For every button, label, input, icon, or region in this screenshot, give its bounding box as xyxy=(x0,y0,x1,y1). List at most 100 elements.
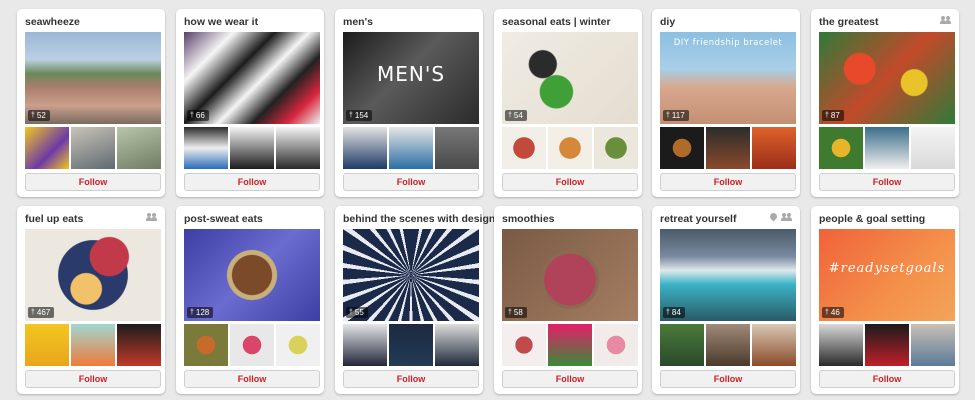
follow-button[interactable]: Follow xyxy=(343,370,479,388)
follow-button[interactable]: Follow xyxy=(184,173,320,191)
board-title[interactable]: how we wear it xyxy=(184,16,258,28)
pin-count-value: 117 xyxy=(671,111,685,120)
pin-count-value: 467 xyxy=(36,308,51,317)
board-card[interactable]: seasonal eats | winter † 54 Follow xyxy=(494,9,642,197)
follow-button[interactable]: Follow xyxy=(502,370,638,388)
group-icon xyxy=(781,213,792,221)
board-thumbnail[interactable] xyxy=(660,324,704,366)
board-title[interactable]: smoothies xyxy=(502,213,555,225)
board-thumbnails xyxy=(819,127,955,169)
board-thumbnail[interactable] xyxy=(117,127,161,169)
follow-button[interactable]: Follow xyxy=(25,173,161,191)
board-title[interactable]: post-sweat eats xyxy=(184,213,263,225)
board-thumbnail[interactable] xyxy=(435,127,479,169)
board-thumbnail[interactable] xyxy=(594,127,638,169)
board-thumbnail[interactable] xyxy=(389,324,433,366)
board-thumbnail[interactable] xyxy=(752,324,796,366)
board-thumbnail[interactable] xyxy=(71,324,115,366)
follow-button[interactable]: Follow xyxy=(660,370,796,388)
board-cover-image[interactable]: MEN'S † 154 xyxy=(343,32,479,124)
board-cover-image[interactable]: † 128 xyxy=(184,229,320,321)
board-title[interactable]: people & goal setting xyxy=(819,213,925,225)
board-title[interactable]: seawheeze xyxy=(25,16,80,28)
board-thumbnail[interactable] xyxy=(230,127,274,169)
follow-button[interactable]: Follow xyxy=(819,173,955,191)
board-title[interactable]: men's xyxy=(343,16,373,28)
board-title[interactable]: behind the scenes with design xyxy=(343,213,495,225)
follow-button[interactable]: Follow xyxy=(819,370,955,388)
follow-button[interactable]: Follow xyxy=(660,173,796,191)
pin-count-value: 87 xyxy=(830,111,840,120)
board-cover-image[interactable]: † 87 xyxy=(819,32,955,124)
board-cover-image[interactable]: † 66 xyxy=(184,32,320,124)
board-thumbnails xyxy=(660,324,796,366)
board-card[interactable]: seawheeze † 52 Follow xyxy=(17,9,165,197)
board-thumbnail[interactable] xyxy=(117,324,161,366)
board-thumbnail[interactable] xyxy=(276,324,320,366)
board-cover-image[interactable]: #readysetgoals † 46 xyxy=(819,229,955,321)
board-title[interactable]: retreat yourself xyxy=(660,213,736,225)
board-thumbnail[interactable] xyxy=(25,324,69,366)
board-thumbnail[interactable] xyxy=(752,127,796,169)
board-card[interactable]: behind the scenes with design † 55 Follow xyxy=(335,206,495,394)
board-thumbnail[interactable] xyxy=(594,324,638,366)
board-card[interactable]: retreat yourself † 84 Follow xyxy=(652,206,800,394)
board-title[interactable]: seasonal eats | winter xyxy=(502,16,611,28)
board-card[interactable]: fuel up eats † 467 Follow xyxy=(17,206,165,394)
board-title[interactable]: the greatest xyxy=(819,16,879,28)
board-thumbnail[interactable] xyxy=(343,324,387,366)
follow-button[interactable]: Follow xyxy=(502,173,638,191)
board-cover-image[interactable]: † 58 xyxy=(502,229,638,321)
board-thumbnail[interactable] xyxy=(911,127,955,169)
board-thumbnail[interactable] xyxy=(548,127,592,169)
board-thumbnail[interactable] xyxy=(819,127,863,169)
board-thumbnail[interactable] xyxy=(230,324,274,366)
board-card[interactable]: men's MEN'S † 154 Follow xyxy=(335,9,483,197)
board-thumbnail[interactable] xyxy=(276,127,320,169)
pin-count-badge: † 55 xyxy=(346,307,368,318)
board-cover-image[interactable]: † 84 xyxy=(660,229,796,321)
board-title[interactable]: diy xyxy=(660,16,675,28)
board-cover-image[interactable]: † 55 xyxy=(343,229,479,321)
board-thumbnail[interactable] xyxy=(184,127,228,169)
board-card[interactable]: people & goal setting #readysetgoals † 46 Fo… xyxy=(811,206,959,394)
board-cover-image[interactable]: DIY friendship bracelet † 117 xyxy=(660,32,796,124)
board-thumbnail[interactable] xyxy=(343,127,387,169)
board-cover-image[interactable]: † 52 xyxy=(25,32,161,124)
board-thumbnail[interactable] xyxy=(25,127,69,169)
board-card[interactable]: diy DIY friendship bracelet † 117 Follow xyxy=(652,9,800,197)
board-card[interactable]: post-sweat eats † 128 Follow xyxy=(176,206,324,394)
board-card[interactable]: the greatest † 87 Follow xyxy=(811,9,959,197)
board-thumbnail[interactable] xyxy=(502,324,546,366)
board-thumbnail[interactable] xyxy=(819,324,863,366)
board-thumbnails xyxy=(502,324,638,366)
pin-icon: † xyxy=(666,112,670,119)
board-thumbnail[interactable] xyxy=(548,324,592,366)
board-thumbnail[interactable] xyxy=(706,127,750,169)
pin-count-value: 154 xyxy=(354,111,369,120)
board-thumbnail[interactable] xyxy=(389,127,433,169)
board-cover-image[interactable]: † 467 xyxy=(25,229,161,321)
follow-button[interactable]: Follow xyxy=(343,173,479,191)
pin-count-badge: † 154 xyxy=(346,110,373,121)
board-thumbnail[interactable] xyxy=(435,324,479,366)
board-thumbnail[interactable] xyxy=(706,324,750,366)
board-thumbnail[interactable] xyxy=(502,127,546,169)
board-thumbnail[interactable] xyxy=(71,127,115,169)
group-icon xyxy=(940,16,951,24)
board-card[interactable]: how we wear it † 66 Follow xyxy=(176,9,324,197)
pin-icon: † xyxy=(31,309,35,316)
group-icon xyxy=(146,213,157,221)
board-cover-image[interactable]: † 54 xyxy=(502,32,638,124)
board-thumbnail[interactable] xyxy=(865,127,909,169)
follow-button[interactable]: Follow xyxy=(25,370,161,388)
follow-button[interactable]: Follow xyxy=(184,370,320,388)
board-title[interactable]: fuel up eats xyxy=(25,213,83,225)
board-thumbnail[interactable] xyxy=(184,324,228,366)
board-card[interactable]: smoothies † 58 Follow xyxy=(494,206,642,394)
board-thumbnail[interactable] xyxy=(911,324,955,366)
board-thumbnail[interactable] xyxy=(660,127,704,169)
board-thumbnails xyxy=(343,127,479,169)
board-thumbnail[interactable] xyxy=(865,324,909,366)
board-status-icons xyxy=(770,213,792,222)
